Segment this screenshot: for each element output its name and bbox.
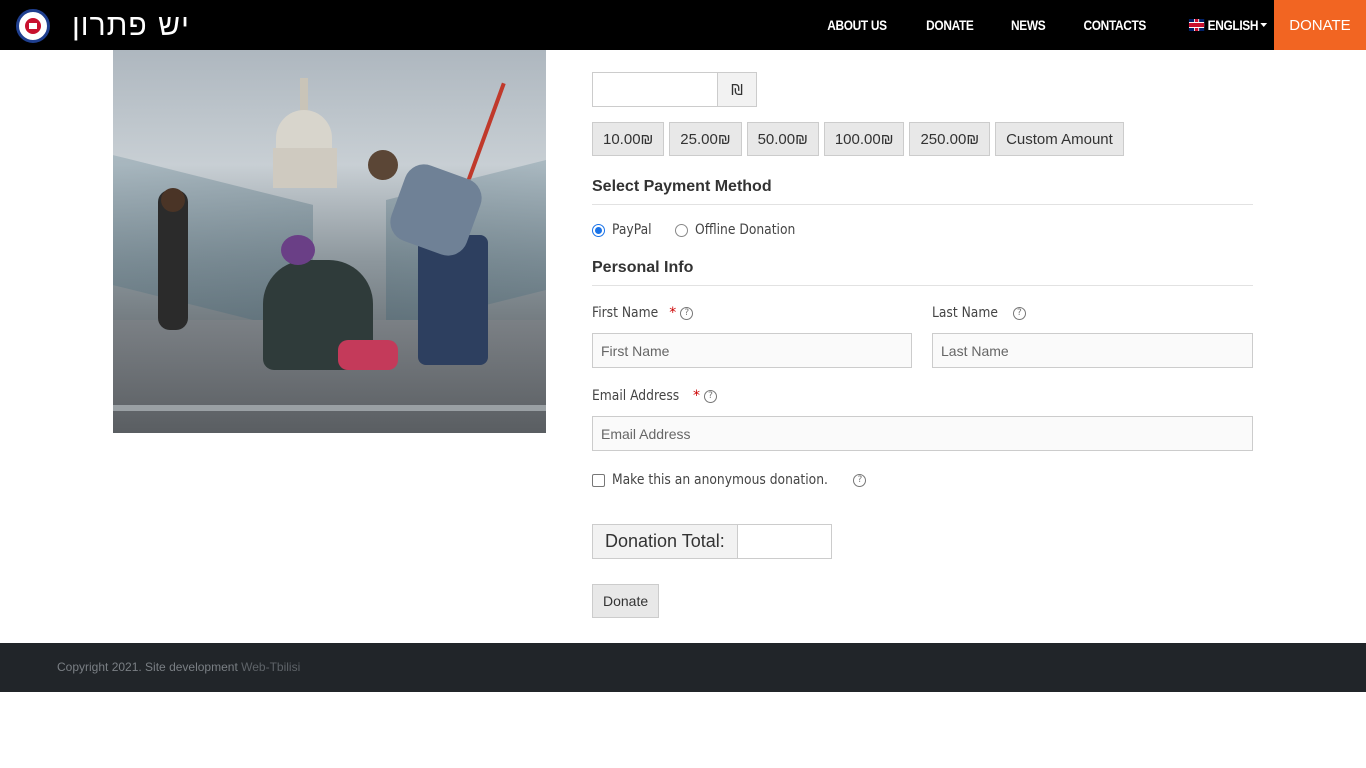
last-name-field[interactable]: Last Name — [932, 333, 1253, 368]
payment-options: PayPal Offline Donation — [592, 222, 827, 238]
offline-donation-label[interactable]: Offline Donation — [695, 222, 795, 238]
uk-flag-icon — [1188, 19, 1204, 31]
offline-donation-radio[interactable] — [674, 223, 688, 237]
first-name-field[interactable]: First Name — [592, 333, 912, 368]
amount-input[interactable] — [592, 72, 717, 107]
email-label: Email Address * ? — [592, 388, 718, 404]
paypal-radio[interactable] — [592, 223, 605, 237]
required-mark: * — [693, 388, 701, 404]
personal-info-heading: Personal Info — [592, 259, 1253, 286]
first-name-label: First Name * ? — [592, 305, 694, 321]
email-field[interactable]: Email Address — [592, 416, 1253, 451]
level-button-25[interactable]: 25.00₪ — [669, 122, 742, 156]
donation-total-label: Donation Total: — [592, 524, 738, 559]
logo-emblem-icon — [16, 9, 50, 43]
caret-down-icon — [1260, 23, 1268, 27]
nav-donate[interactable]: DONATE — [926, 17, 974, 33]
level-button-50[interactable]: 50.00₪ — [746, 122, 819, 156]
level-button-250[interactable]: 250.00₪ — [909, 122, 991, 156]
site-footer: Copyright 2021. Site development Web-Tbi… — [0, 643, 1366, 692]
donation-total: Donation Total: — [592, 524, 832, 559]
donation-levels: 10.00₪ 25.00₪ 50.00₪ 100.00₪ 250.00₪ Cus… — [592, 122, 1129, 156]
nav-about-us[interactable]: ABOUT US — [827, 17, 887, 33]
developer-link[interactable]: Web-Tbilisi — [241, 660, 300, 674]
level-button-10[interactable]: 10.00₪ — [592, 122, 665, 156]
anonymous-checkbox[interactable] — [592, 473, 605, 487]
anonymous-donation: Make this an anonymous donation. ? — [592, 472, 867, 488]
amount-group: ₪ — [592, 72, 757, 107]
donation-photo — [113, 50, 546, 433]
level-button-100[interactable]: 100.00₪ — [823, 122, 905, 156]
help-icon[interactable]: ? — [704, 389, 718, 403]
custom-amount-button[interactable]: Custom Amount — [995, 122, 1124, 156]
site-logo[interactable]: יש פתרון — [16, 8, 190, 44]
help-icon[interactable]: ? — [680, 306, 694, 320]
anonymous-label[interactable]: Make this an anonymous donation. — [612, 472, 828, 488]
required-mark: * — [669, 305, 677, 321]
main-nav: ABOUT US DONATE NEWS CONTACTS ENGLISH — [792, 0, 1274, 50]
nav-contacts[interactable]: CONTACTS — [1084, 17, 1147, 33]
logo-text: יש פתרון — [72, 8, 190, 43]
paypal-label[interactable]: PayPal — [612, 222, 652, 238]
language-dropdown[interactable]: ENGLISH — [1188, 17, 1268, 33]
last-name-label: Last Name ? — [932, 305, 1026, 321]
currency-symbol: ₪ — [717, 72, 757, 107]
donation-total-value — [737, 524, 832, 559]
donate-submit-button[interactable]: Donate — [592, 584, 660, 618]
nav-news[interactable]: NEWS — [1011, 17, 1046, 33]
top-navbar: יש פתרון ABOUT US DONATE NEWS CONTACTS E… — [0, 0, 1366, 50]
help-icon[interactable]: ? — [1012, 306, 1026, 320]
payment-method-heading: Select Payment Method — [592, 178, 1253, 205]
copyright-text: Copyright 2021. Site development Web-Tbi… — [57, 660, 301, 674]
language-label: ENGLISH — [1207, 17, 1258, 33]
header-donate-button[interactable]: DONATE — [1274, 0, 1366, 50]
help-icon[interactable]: ? — [853, 473, 867, 487]
